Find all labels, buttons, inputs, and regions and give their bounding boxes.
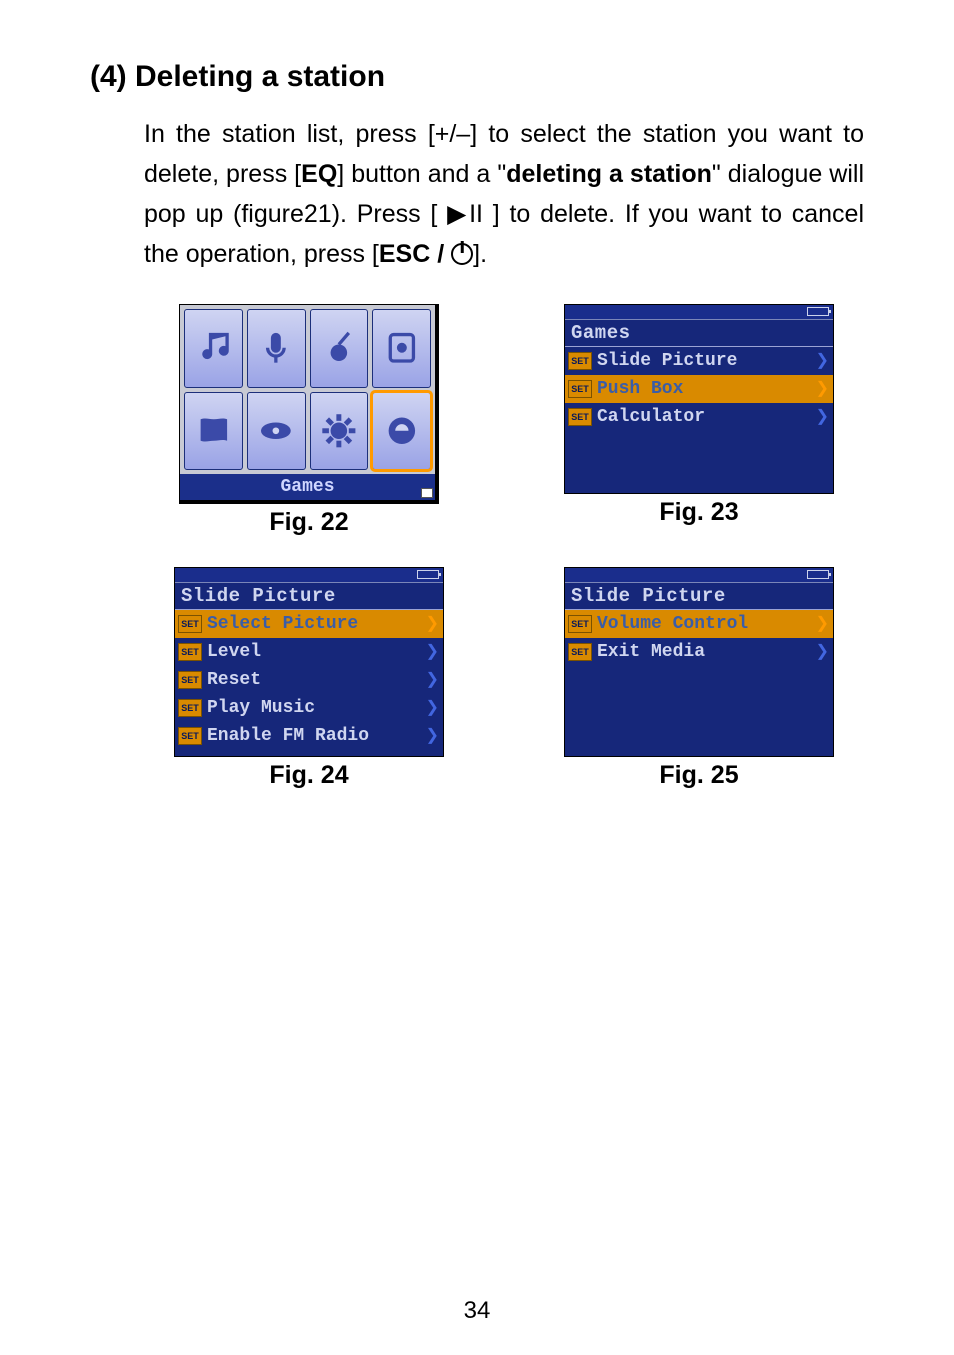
card-icon: [372, 309, 431, 388]
music-icon: [184, 309, 243, 388]
book-icon: [184, 392, 243, 471]
set-icon: SET: [178, 643, 202, 661]
section-paragraph: In the station list, press [+/–] to sele…: [144, 114, 864, 274]
page-number: 34: [0, 1297, 954, 1325]
chevron-right-icon: ❯: [815, 376, 829, 402]
battery-icon: [807, 307, 829, 316]
section-heading: (4) Deleting a station: [90, 60, 864, 94]
chevron-right-icon: ❯: [815, 639, 829, 665]
set-icon: SET: [568, 615, 592, 633]
power-icon: [451, 243, 473, 265]
menu-item[interactable]: SET Enable FM Radio❯: [175, 722, 443, 750]
menu-item[interactable]: SET Volume Control❯: [565, 610, 833, 638]
menu-item-label: Play Music: [207, 698, 425, 718]
gear-icon: [310, 392, 369, 471]
fig22-caption: Fig. 22: [269, 508, 348, 537]
set-icon: SET: [568, 380, 592, 398]
screen-title: Games: [565, 320, 833, 347]
eye-icon: [247, 392, 306, 471]
chevron-right-icon: ❯: [425, 695, 439, 721]
fig24-caption: Fig. 24: [269, 761, 348, 790]
menu-item[interactable]: SET Reset❯: [175, 666, 443, 694]
menu-item-label: Volume Control: [597, 614, 815, 634]
chevron-right-icon: ❯: [425, 667, 439, 693]
radio-icon: [310, 309, 369, 388]
menu-item-label: Select Picture: [207, 614, 425, 634]
menu-item[interactable]: SET Push Box❯: [565, 375, 833, 403]
play-pause-label: ▶II: [447, 200, 483, 228]
eq-button-label: EQ: [301, 160, 337, 188]
fig25-screen: Slide Picture SET Volume Control❯ SET Exit …: [564, 567, 834, 757]
set-icon: SET: [178, 699, 202, 717]
chevron-right-icon: ❯: [425, 611, 439, 637]
set-icon: SET: [568, 352, 592, 370]
fig25-caption: Fig. 25: [659, 761, 738, 790]
menu-item-label: Exit Media: [597, 642, 815, 662]
battery-icon: [417, 570, 439, 579]
games-icon: [372, 392, 431, 471]
menu-item-label: Enable FM Radio: [207, 726, 425, 746]
set-icon: SET: [178, 671, 202, 689]
deleting-station-label: deleting a station: [506, 160, 712, 188]
chevron-right-icon: ❯: [815, 404, 829, 430]
fig24-screen: Slide Picture SETSelect Picture❯SETLevel…: [174, 567, 444, 757]
para-text: ].: [473, 240, 487, 268]
screen-title: Slide Picture: [565, 583, 833, 610]
esc-label: ESC /: [379, 240, 451, 268]
menu-item[interactable]: SET Play Music❯: [175, 694, 443, 722]
menu-item[interactable]: SET Calculator❯: [565, 403, 833, 431]
fig23-caption: Fig. 23: [659, 498, 738, 527]
menu-item-label: Reset: [207, 670, 425, 690]
scrollbar-handle: [421, 488, 433, 498]
grid-label: Games: [180, 474, 435, 500]
menu-item-label: Push Box: [597, 379, 815, 399]
mic-icon: [247, 309, 306, 388]
menu-item-label: Level: [207, 642, 425, 662]
chevron-right-icon: ❯: [815, 348, 829, 374]
set-icon: SET: [568, 408, 592, 426]
para-text: ] button and a ": [337, 160, 506, 188]
menu-item-label: Slide Picture: [597, 351, 815, 371]
menu-item[interactable]: SET Slide Picture❯: [565, 347, 833, 375]
set-icon: SET: [178, 727, 202, 745]
menu-item[interactable]: SET Select Picture❯: [175, 610, 443, 638]
chevron-right-icon: ❯: [815, 611, 829, 637]
fig22-screen: Games: [179, 304, 439, 504]
set-icon: SET: [568, 643, 592, 661]
fig23-screen: Games SETSlide Picture❯SETPush Box❯SETCa…: [564, 304, 834, 494]
chevron-right-icon: ❯: [425, 723, 439, 749]
set-icon: SET: [178, 615, 202, 633]
menu-item-label: Calculator: [597, 407, 815, 427]
menu-item[interactable]: SET Level❯: [175, 638, 443, 666]
screen-title: Slide Picture: [175, 583, 443, 610]
battery-icon: [807, 570, 829, 579]
menu-item[interactable]: SET Exit Media❯: [565, 638, 833, 666]
chevron-right-icon: ❯: [425, 639, 439, 665]
